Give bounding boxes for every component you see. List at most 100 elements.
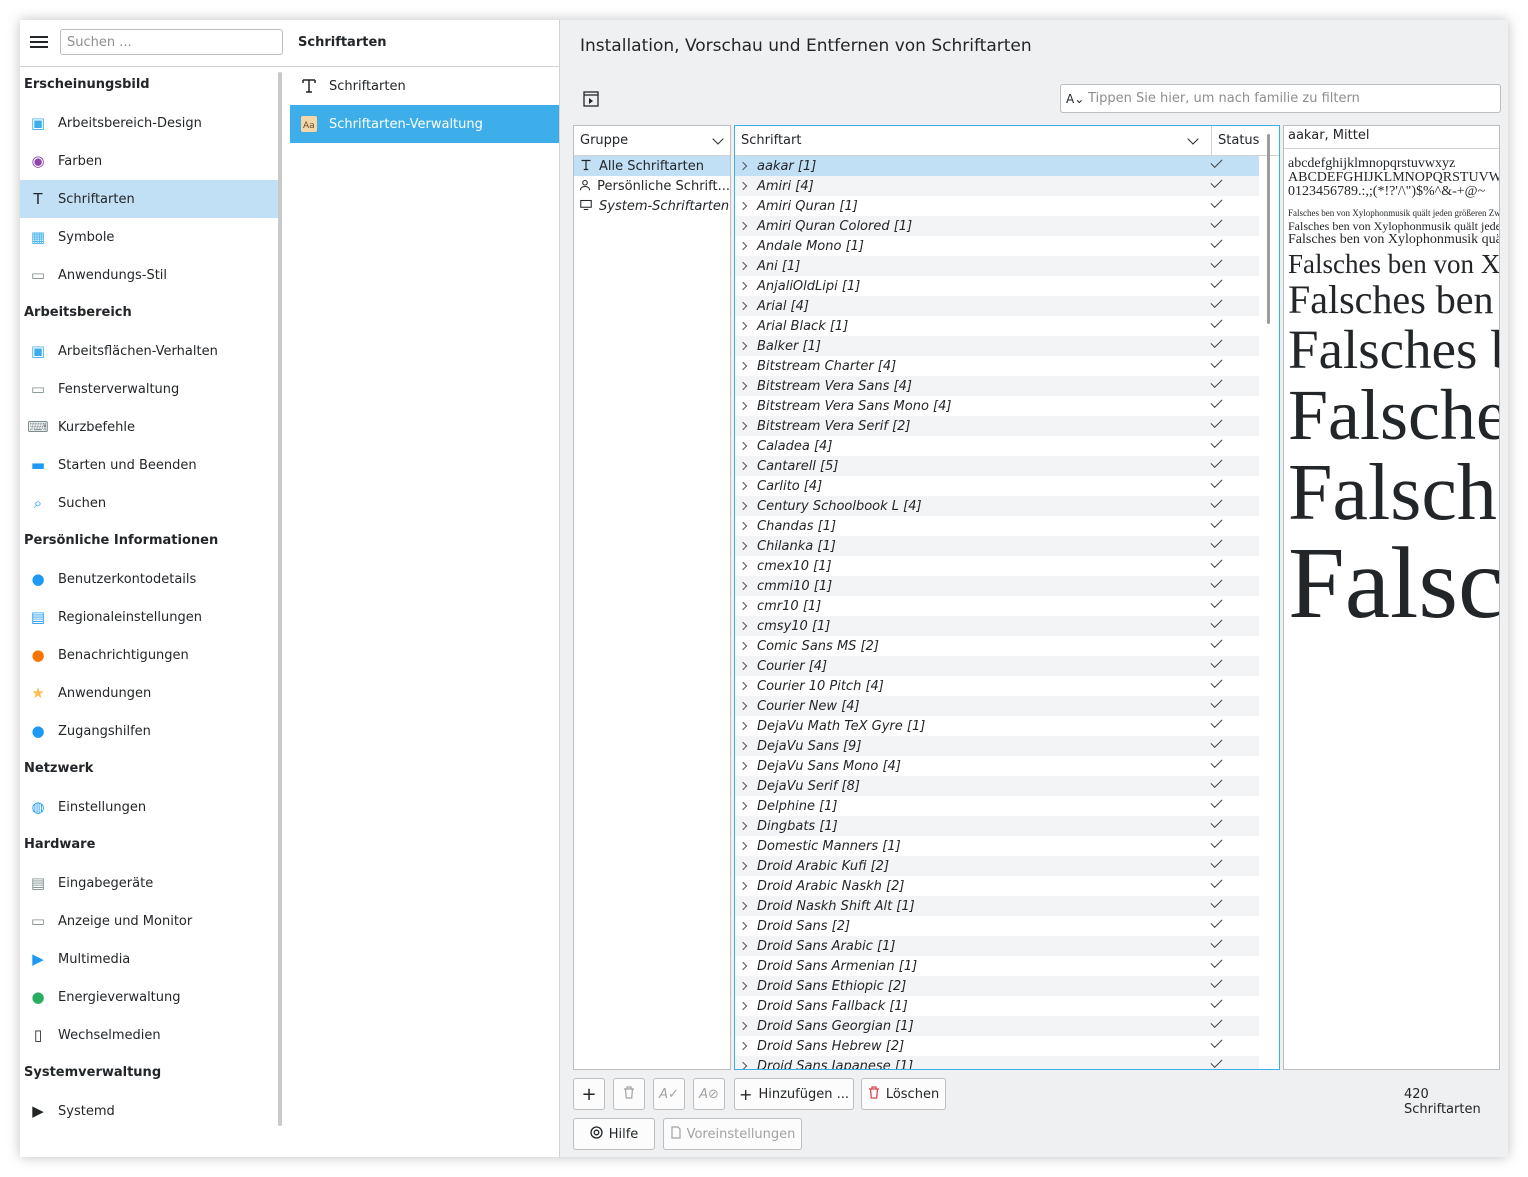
font-row[interactable]: Comic Sans MS [2] <box>735 635 1259 656</box>
font-row[interactable]: cmex10 [1] <box>735 555 1259 576</box>
font-row[interactable]: Droid Naskh Shift Alt [1] <box>735 895 1259 916</box>
sidebar-item-symbole[interactable]: ▦ Symbole <box>20 218 282 256</box>
chevron-right-icon[interactable] <box>738 901 748 911</box>
font-row[interactable]: Bitstream Vera Sans [4] <box>735 375 1259 396</box>
sidebar-item-zugangshilfen[interactable]: ● Zugangshilfen <box>20 712 282 750</box>
defaults-button[interactable]: Voreinstellungen <box>663 1118 802 1150</box>
sidebar-item-eingabegeräte[interactable]: ▤ Eingabegeräte <box>20 864 282 902</box>
sidebar-scrollbar[interactable] <box>278 72 282 1126</box>
chevron-right-icon[interactable] <box>738 861 748 871</box>
chevron-right-icon[interactable] <box>738 461 748 471</box>
search-input[interactable] <box>60 29 283 55</box>
sidebar-item-fensterverwaltung[interactable]: ▭ Fensterverwaltung <box>20 370 282 408</box>
delete-group-button[interactable] <box>613 1078 645 1110</box>
font-row[interactable]: Droid Sans Ethiopic [2] <box>735 975 1259 996</box>
chevron-right-icon[interactable] <box>738 441 748 451</box>
font-row[interactable]: Bitstream Charter [4] <box>735 355 1259 376</box>
font-row[interactable]: DejaVu Sans Mono [4] <box>735 755 1259 776</box>
font-row[interactable]: Droid Arabic Kufi [2] <box>735 855 1259 876</box>
chevron-right-icon[interactable] <box>738 961 748 971</box>
subcategory-item-fonts[interactable]: Schriftarten <box>290 67 559 105</box>
chevron-right-icon[interactable] <box>738 621 748 631</box>
group-column-header[interactable]: Gruppe <box>574 126 730 156</box>
font-row[interactable]: Droid Sans Japanese [1] <box>735 1055 1259 1069</box>
chevron-right-icon[interactable] <box>738 681 748 691</box>
chevron-right-icon[interactable] <box>738 701 748 711</box>
chevron-right-icon[interactable] <box>738 821 748 831</box>
font-filter[interactable]: A⌄ <box>1060 84 1501 113</box>
sidebar-item-anzeige-und-monitor[interactable]: ▭ Anzeige und Monitor <box>20 902 282 940</box>
font-filter-input[interactable] <box>1086 90 1500 107</box>
font-row[interactable]: aakar [1] <box>735 155 1259 176</box>
font-row[interactable]: Chilanka [1] <box>735 535 1259 556</box>
sidebar-item-energieverwaltung[interactable]: ● Energieverwaltung <box>20 978 282 1016</box>
chevron-down-icon[interactable] <box>1187 133 1199 145</box>
group-item-all-fonts[interactable]: Alle Schriftarten <box>574 156 730 176</box>
chevron-right-icon[interactable] <box>738 241 748 251</box>
chevron-right-icon[interactable] <box>738 921 748 931</box>
chevron-right-icon[interactable] <box>738 841 748 851</box>
font-row[interactable]: cmmi10 [1] <box>735 575 1259 596</box>
preview-toggle-icon[interactable] <box>582 90 600 108</box>
sidebar-item-multimedia[interactable]: ▶ Multimedia <box>20 940 282 978</box>
chevron-right-icon[interactable] <box>738 181 748 191</box>
chevron-right-icon[interactable] <box>738 981 748 991</box>
font-row[interactable]: Droid Sans Georgian [1] <box>735 1015 1259 1036</box>
font-row[interactable]: Droid Sans Armenian [1] <box>735 955 1259 976</box>
chevron-right-icon[interactable] <box>738 581 748 591</box>
font-row[interactable]: DejaVu Math TeX Gyre [1] <box>735 715 1259 736</box>
sidebar-item-kurzbefehle[interactable]: ⌨ Kurzbefehle <box>20 408 282 446</box>
chevron-right-icon[interactable] <box>738 641 748 651</box>
font-row[interactable]: Domestic Manners [1] <box>735 835 1259 856</box>
add-group-button[interactable]: + <box>573 1078 605 1110</box>
chevron-right-icon[interactable] <box>738 761 748 771</box>
font-row[interactable]: Ani [1] <box>735 255 1259 276</box>
chevron-right-icon[interactable] <box>738 201 748 211</box>
chevron-right-icon[interactable] <box>738 221 748 231</box>
chevron-right-icon[interactable] <box>738 561 748 571</box>
font-row[interactable]: Amiri [4] <box>735 175 1259 196</box>
chevron-right-icon[interactable] <box>738 1001 748 1011</box>
chevron-right-icon[interactable] <box>738 721 748 731</box>
chevron-right-icon[interactable] <box>738 421 748 431</box>
chevron-right-icon[interactable] <box>738 321 748 331</box>
font-row[interactable]: Chandas [1] <box>735 515 1259 536</box>
chevron-right-icon[interactable] <box>738 381 748 391</box>
font-row[interactable]: Andale Mono [1] <box>735 235 1259 256</box>
font-row[interactable]: Carlito [4] <box>735 475 1259 496</box>
chevron-right-icon[interactable] <box>738 741 748 751</box>
font-row[interactable]: Droid Sans Fallback [1] <box>735 995 1259 1016</box>
chevron-right-icon[interactable] <box>738 801 748 811</box>
chevron-right-icon[interactable] <box>738 1061 748 1069</box>
sidebar-item-anwendungs-stil[interactable]: ▭ Anwendungs-Stil <box>20 256 282 294</box>
sidebar-item-schriftarten[interactable]: T Schriftarten <box>20 180 282 218</box>
sidebar-item-benutzerkontodetails[interactable]: ● Benutzerkontodetails <box>20 560 282 598</box>
subcategory-item-font-manager[interactable]: Aa Schriftarten-Verwaltung <box>290 105 559 143</box>
chevron-right-icon[interactable] <box>738 281 748 291</box>
font-row[interactable]: Courier 10 Pitch [4] <box>735 675 1259 696</box>
chevron-right-icon[interactable] <box>738 521 748 531</box>
chevron-right-icon[interactable] <box>738 881 748 891</box>
font-row[interactable]: Dingbats [1] <box>735 815 1259 836</box>
font-row[interactable]: Balker [1] <box>735 335 1259 356</box>
chevron-right-icon[interactable] <box>738 301 748 311</box>
font-row[interactable]: Bitstream Vera Serif [2] <box>735 415 1259 436</box>
font-row[interactable]: Courier [4] <box>735 655 1259 676</box>
sidebar-item-arbeitsflächen-verhalten[interactable]: ▣ Arbeitsflächen-Verhalten <box>20 332 282 370</box>
chevron-right-icon[interactable] <box>738 1041 748 1051</box>
delete-font-button[interactable]: Löschen <box>861 1078 946 1110</box>
font-row[interactable]: Arial Black [1] <box>735 315 1259 336</box>
font-row[interactable]: cmsy10 [1] <box>735 615 1259 636</box>
disable-font-button[interactable]: A⊘ <box>693 1078 725 1110</box>
font-row[interactable]: DejaVu Serif [8] <box>735 775 1259 796</box>
sidebar-item-anwendungen[interactable]: ★ Anwendungen <box>20 674 282 712</box>
chevron-right-icon[interactable] <box>738 661 748 671</box>
chevron-right-icon[interactable] <box>738 501 748 511</box>
font-row[interactable]: Arial [4] <box>735 295 1259 316</box>
chevron-right-icon[interactable] <box>738 261 748 271</box>
sidebar-item-benachrichtigungen[interactable]: ● Benachrichtigungen <box>20 636 282 674</box>
sidebar-item-starten-und-beenden[interactable]: ▬ Starten und Beenden <box>20 446 282 484</box>
enable-font-button[interactable]: A✓ <box>653 1078 685 1110</box>
font-row[interactable]: Amiri Quran [1] <box>735 195 1259 216</box>
font-row[interactable]: Amiri Quran Colored [1] <box>735 215 1259 236</box>
